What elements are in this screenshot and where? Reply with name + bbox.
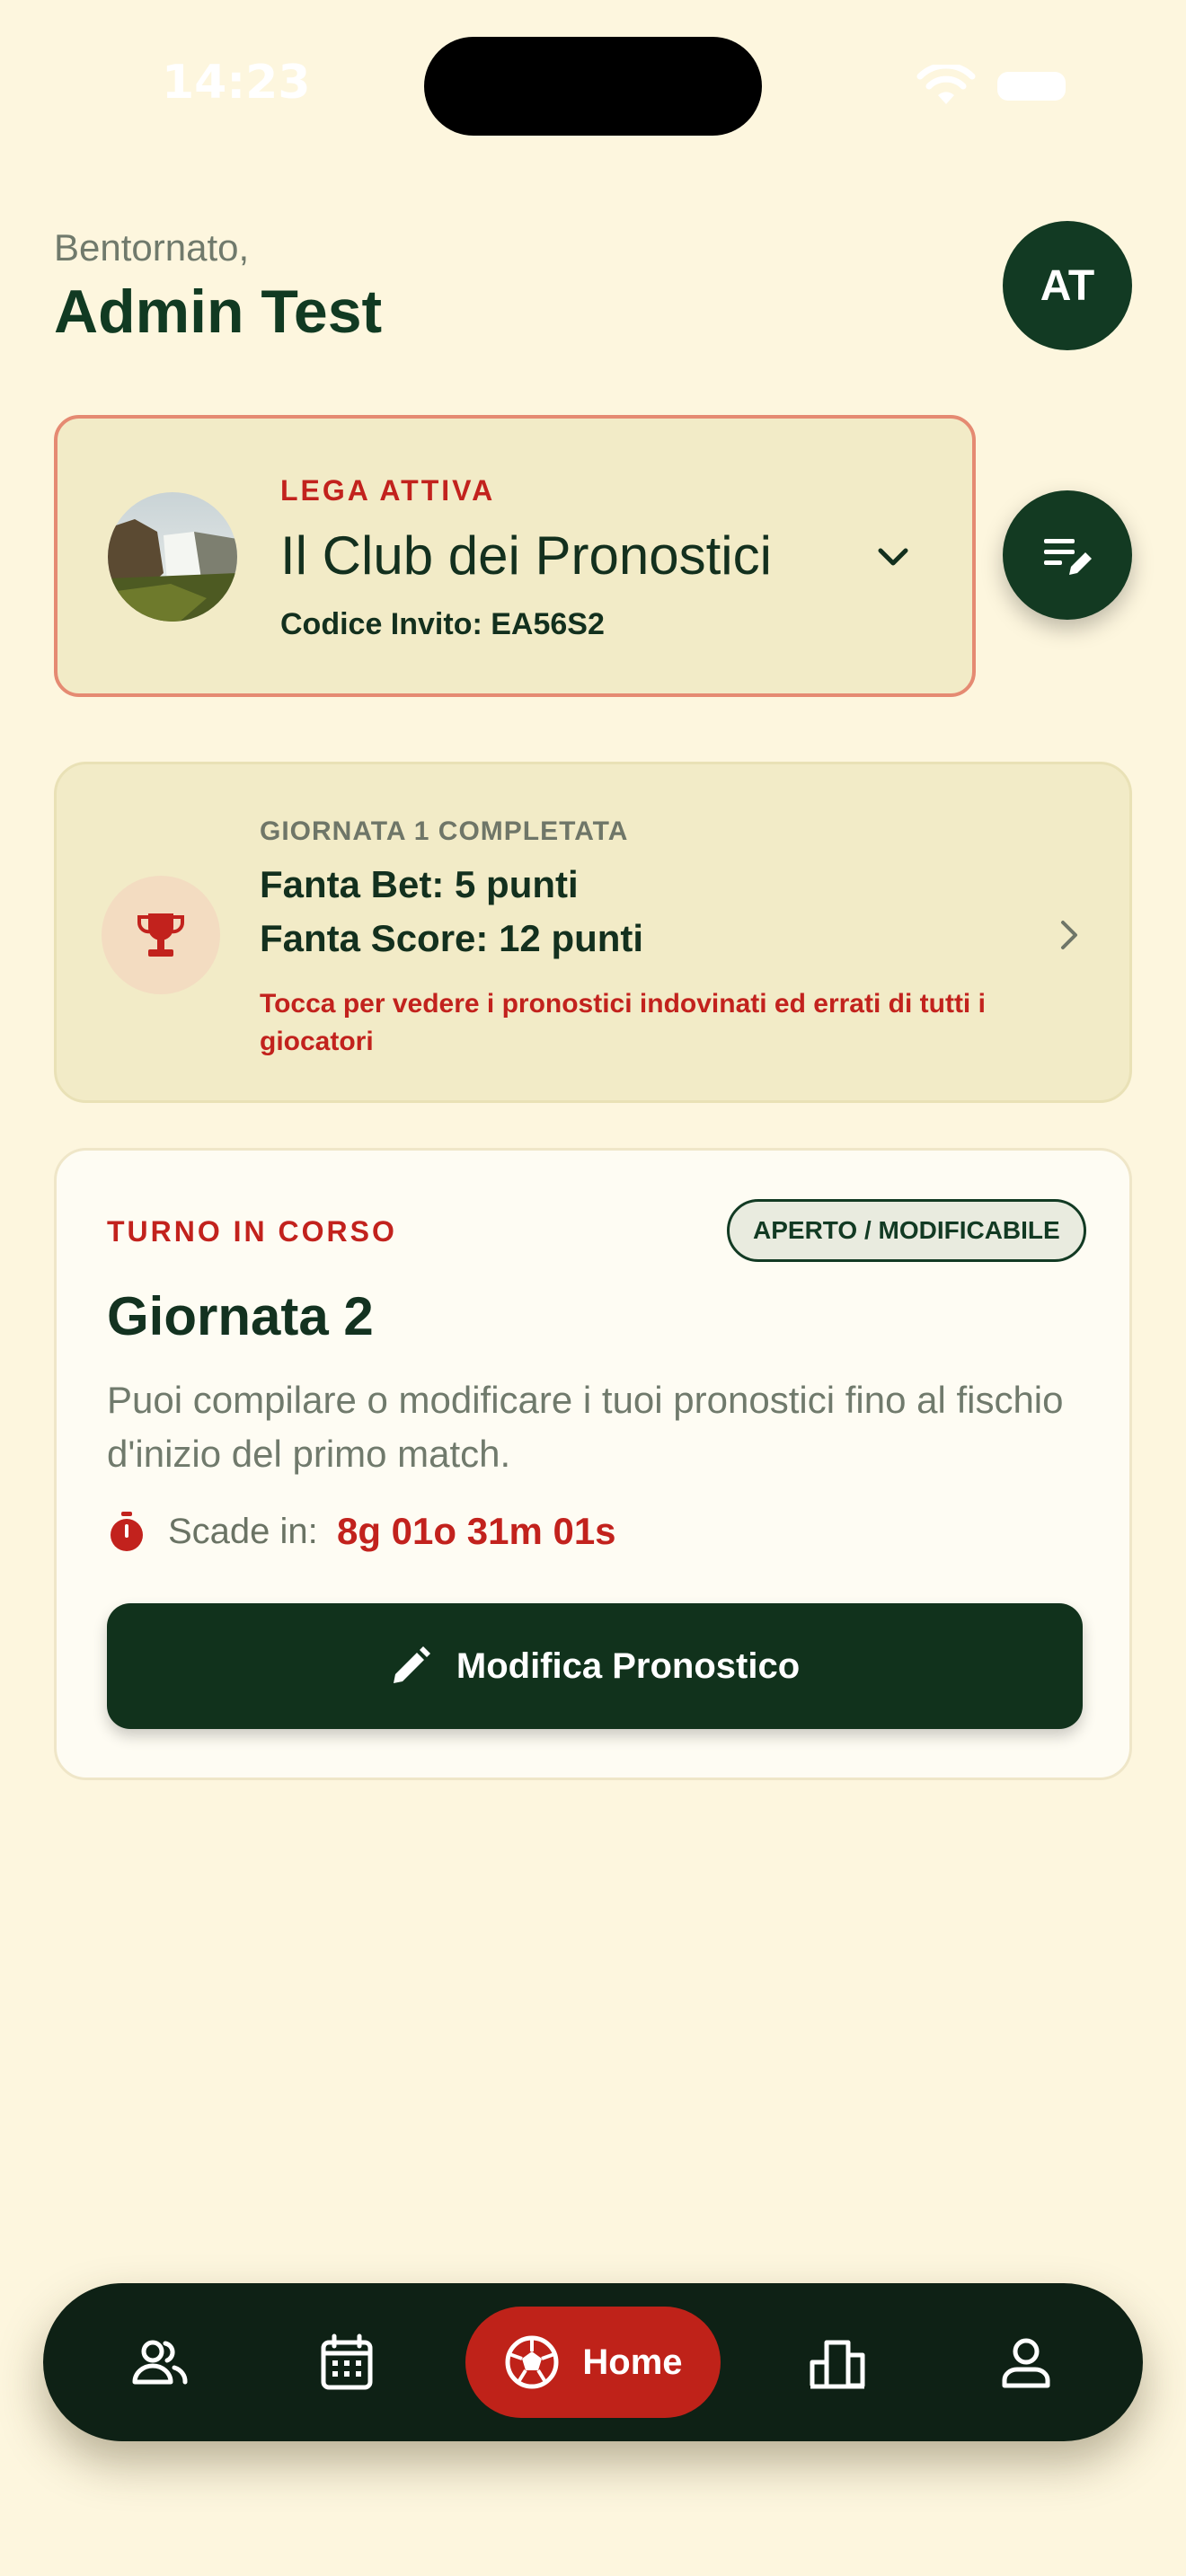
greeting-text: Bentornato, [54,226,250,269]
chevron-down-icon[interactable] [872,535,915,578]
edit-list-button[interactable] [1003,490,1132,620]
round-eyebrow: TURNO IN CORSO [107,1215,397,1248]
fanta-score-points: Fanta Score: 12 punti [260,917,644,959]
league-eyebrow: LEGA ATTIVA [280,474,496,507]
calendar-icon [321,2333,373,2390]
fanta-bet-score: Fanta Bet: 5 punti [260,863,579,905]
nav-item-profile[interactable] [996,2332,1057,2393]
trophy-icon [137,913,184,957]
battery-icon [997,72,1066,101]
current-round-card: TURNO IN CORSO APERTO / MODIFICABILE Gio… [54,1148,1132,1780]
nav-home-label: Home [582,2342,683,2382]
league-name: Il Club dei Pronostici [280,525,772,586]
round-title: Giornata 2 [107,1286,374,1346]
result-eyebrow: GIORNATA 1 COMPLETATA [260,816,629,846]
edit-prediction-button[interactable]: Modifica Pronostico [107,1603,1083,1729]
trophy-badge [102,876,220,994]
profile-icon [1002,2338,1050,2388]
nav-item-leaderboard[interactable] [807,2332,868,2393]
pencil-icon [393,1646,430,1683]
dynamic-island [424,37,762,136]
chevron-right-icon [1061,921,1077,949]
completed-round-card[interactable]: GIORNATA 1 COMPLETATA Fanta Bet: 5 punti… [54,762,1132,1103]
leaderboard-icon [810,2340,865,2389]
league-photo [108,492,237,622]
bottom-navigation: Home [43,2283,1143,2441]
group-icon [132,2340,188,2385]
edit-prediction-label: Modifica Pronostico [456,1645,801,1686]
status-badge: APERTO / MODIFICABILE [727,1199,1086,1262]
user-name: Admin Test [54,278,383,346]
nav-item-calendar[interactable] [316,2332,377,2393]
soccer-ball-icon [505,2335,559,2389]
deadline-label: Scade in: [168,1512,318,1551]
status-time: 14:23 [162,56,311,110]
round-description: Puoi compilare o modificare i tuoi prono… [107,1379,1064,1475]
deadline-countdown: 8g 01o 31m 01s [337,1510,616,1552]
invite-code: Codice Invito: EA56S2 [280,607,605,641]
nav-item-group[interactable] [129,2332,190,2393]
edit-list-icon [1044,539,1092,575]
nav-item-home[interactable]: Home [465,2307,721,2418]
active-league-card[interactable]: LEGA ATTIVA Il Club dei Pronostici Codic… [54,415,976,697]
timer-icon [111,1512,143,1551]
result-hint: Tocca per vedere i pronostici indovinati… [260,989,986,1056]
wifi-icon [916,65,976,104]
avatar[interactable]: AT [1003,221,1132,350]
